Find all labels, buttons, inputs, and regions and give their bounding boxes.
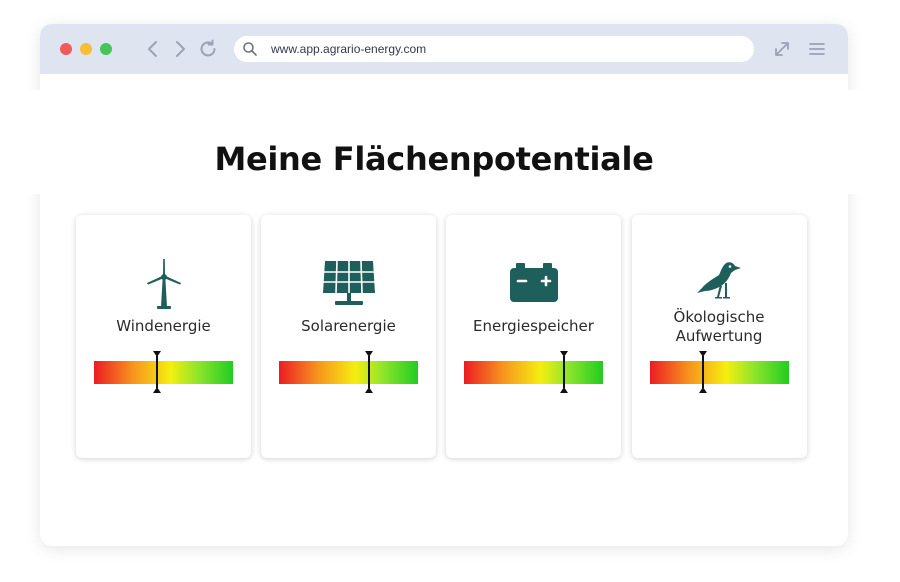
address-bar[interactable]: www.app.agrario-energy.com — [234, 36, 754, 62]
card-oekologische-aufwertung[interactable]: Ökologische Aufwertung — [632, 215, 807, 458]
card-windenergie[interactable]: Windenergie — [76, 215, 251, 458]
url-text: www.app.agrario-energy.com — [271, 42, 427, 56]
page-title: Meine Flächenpotentiale — [214, 140, 654, 178]
potential-gauge — [94, 361, 233, 384]
expand-icon[interactable] — [772, 39, 792, 59]
reload-icon[interactable] — [197, 38, 219, 60]
gauge-marker[interactable] — [558, 351, 570, 393]
minimize-window-button[interactable] — [80, 43, 92, 55]
card-label: Ökologische Aufwertung — [673, 308, 765, 345]
browser-titlebar: www.app.agrario-energy.com — [40, 24, 848, 74]
battery-icon — [509, 263, 558, 302]
close-window-button[interactable] — [60, 43, 72, 55]
card-energiespeicher[interactable]: Energiespeicher — [446, 215, 621, 458]
wind-turbine-icon — [146, 259, 181, 309]
card-label: Windenergie — [116, 317, 211, 335]
maximize-window-button[interactable] — [100, 43, 112, 55]
bird-icon — [696, 262, 741, 299]
gauge-marker[interactable] — [697, 351, 709, 393]
potential-gauge — [279, 361, 418, 384]
search-icon — [243, 42, 257, 56]
card-label: Energiespeicher — [473, 317, 594, 335]
card-solarenergie[interactable]: Solarenergie — [261, 215, 436, 458]
back-arrow-icon[interactable] — [142, 38, 164, 60]
potential-gauge — [464, 361, 603, 384]
solar-panel-icon — [322, 260, 375, 305]
card-label: Solarenergie — [301, 317, 396, 335]
gauge-marker[interactable] — [151, 351, 163, 393]
hamburger-menu-icon[interactable] — [807, 39, 827, 59]
potential-gauge — [650, 361, 789, 384]
gauge-marker[interactable] — [363, 351, 375, 393]
forward-arrow-icon[interactable] — [169, 38, 191, 60]
